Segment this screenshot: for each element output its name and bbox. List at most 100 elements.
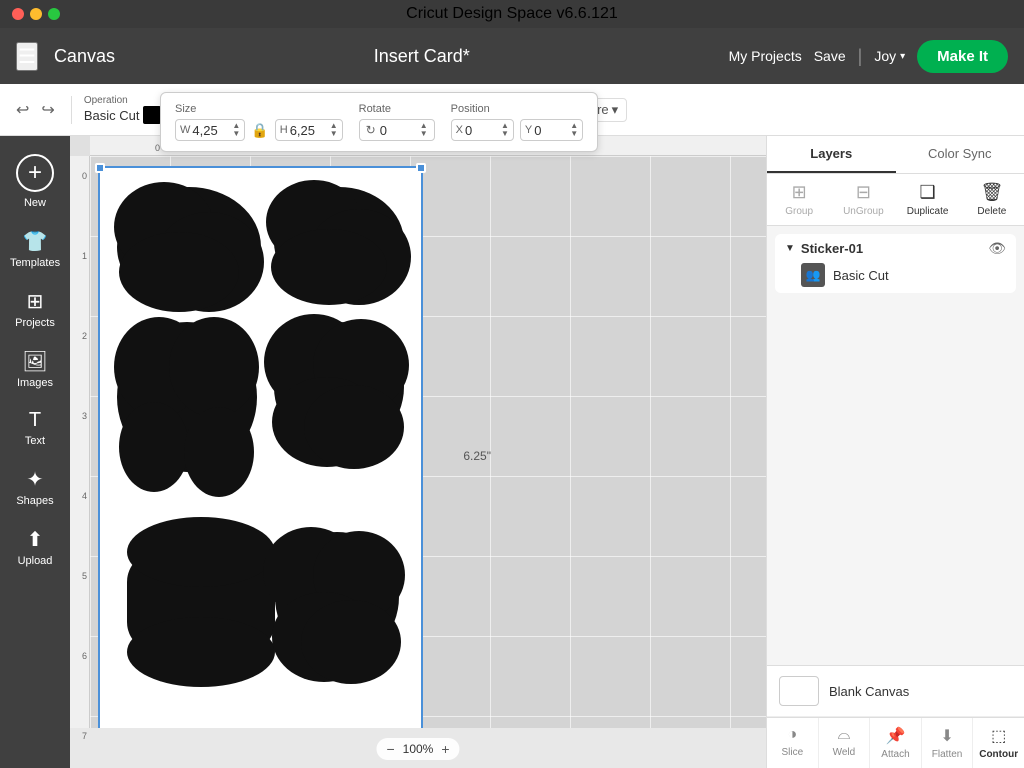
flatten-icon: ⬇ <box>940 726 953 746</box>
pos-x-down-icon[interactable]: ▼ <box>501 130 509 138</box>
ungroup-action[interactable]: ⊟ UnGroup <box>831 174 895 225</box>
my-projects-button[interactable]: My Projects <box>729 48 802 64</box>
rotate-icon: ↻ <box>366 123 376 137</box>
ruler-tick-v6: 6 <box>82 651 87 661</box>
flatten-tool[interactable]: ⬇ Flatten <box>922 718 974 768</box>
new-circle-button[interactable]: + <box>16 154 54 192</box>
layer-expand-icon[interactable]: ▼ <box>785 243 795 254</box>
layer-group-name: Sticker-01 <box>801 241 982 256</box>
rotate-input-wrap[interactable]: ↻ ▲ ▼ <box>359 119 435 141</box>
pos-y-down-icon[interactable]: ▼ <box>570 130 578 138</box>
lock-icon[interactable]: 🔒 <box>251 122 268 139</box>
pos-x-input[interactable] <box>465 123 501 138</box>
duplicate-action[interactable]: ❑ Duplicate <box>896 174 960 225</box>
bottom-tools: ◑ Slice ⌓ Weld 📌 Attach ⬇ Flatten ⬚ C <box>767 717 1024 768</box>
layer-item-icon: 👥 <box>801 263 825 287</box>
zoom-in-button[interactable]: + <box>441 741 449 757</box>
delete-icon: 🗑 <box>980 182 1003 203</box>
rotate-label: Rotate <box>359 103 435 115</box>
sidebar-item-templates[interactable]: 👕 Templates <box>5 221 65 277</box>
tab-color-sync[interactable]: Color Sync <box>896 136 1024 173</box>
close-button[interactable] <box>12 8 24 20</box>
width-input[interactable] <box>192 123 232 138</box>
position-label: Position <box>451 103 584 115</box>
canvas-label: Canvas <box>54 46 115 67</box>
layer-visibility-icon[interactable]: 👁 <box>988 240 1006 257</box>
height-arrows[interactable]: ▲ ▼ <box>330 122 338 138</box>
operation-selector[interactable]: Operation Basic Cut ▾ <box>84 95 171 124</box>
layer-item-basic-cut[interactable]: 👥 Basic Cut <box>785 257 1006 287</box>
canvas-area[interactable]: 0 8 0 1 2 3 4 5 6 7 8 <box>70 136 766 768</box>
header-separator: | <box>858 46 863 67</box>
height-input-wrap[interactable]: H ▲ ▼ <box>275 119 343 141</box>
pos-y-wrap[interactable]: Y ▲ ▼ <box>520 119 583 141</box>
sidebar-upload-label: Upload <box>18 555 53 567</box>
app-title: Cricut Design Space v6.6.121 <box>406 5 618 23</box>
maximize-button[interactable] <box>48 8 60 20</box>
right-panel: Layers Color Sync ⊞ Group ⊟ UnGroup ❑ Du… <box>766 136 1024 768</box>
attach-tool[interactable]: 📌 Attach <box>870 718 922 768</box>
rotate-group: Rotate ↻ ▲ ▼ <box>359 103 435 141</box>
width-arrows[interactable]: ▲ ▼ <box>232 122 240 138</box>
pos-y-arrows[interactable]: ▲ ▼ <box>570 122 578 138</box>
panel-tabs: Layers Color Sync <box>767 136 1024 174</box>
width-down-arrow-icon[interactable]: ▼ <box>232 130 240 138</box>
rotate-input[interactable] <box>380 123 416 138</box>
weld-icon: ⌓ <box>838 726 851 744</box>
width-input-wrap[interactable]: W ▲ ▼ <box>175 119 245 141</box>
size-group: Size W ▲ ▼ 🔒 H ▲ ▼ <box>175 103 343 141</box>
blank-canvas-row: Blank Canvas <box>767 666 1024 717</box>
sidebar-item-text[interactable]: T Text <box>5 401 65 455</box>
sidebar-item-projects[interactable]: ⊞ Projects <box>5 281 65 337</box>
slice-label: Slice <box>781 747 803 758</box>
contour-icon: ⬚ <box>991 726 1006 746</box>
zoom-out-button[interactable]: − <box>386 741 394 757</box>
tab-layers[interactable]: Layers <box>767 136 896 173</box>
pos-x-wrap[interactable]: X ▲ ▼ <box>451 119 514 141</box>
machine-selector[interactable]: Joy ▾ <box>874 48 905 64</box>
contour-tool[interactable]: ⬚ Contour <box>973 718 1024 768</box>
sidebar-item-upload[interactable]: ⬆ Upload <box>5 519 65 575</box>
save-button[interactable]: Save <box>814 48 846 64</box>
sidebar-shapes-label: Shapes <box>16 495 53 507</box>
rotate-arrows[interactable]: ▲ ▼ <box>420 122 428 138</box>
sidebar-item-images[interactable]: 🖼 Images <box>5 341 65 397</box>
layer-group-sticker: ▼ Sticker-01 👁 👥 Basic Cut <box>775 234 1016 293</box>
height-label: H <box>280 124 288 136</box>
size-label: Size <box>175 103 343 115</box>
sidebar-item-new[interactable]: + New <box>5 146 65 217</box>
delete-action[interactable]: 🗑 Delete <box>960 174 1024 225</box>
weld-tool[interactable]: ⌓ Weld <box>819 718 871 768</box>
sidebar-images-label: Images <box>17 377 53 389</box>
canvas-content: 6.25" ↔ <box>90 156 766 728</box>
pos-y-input[interactable] <box>534 123 570 138</box>
group-label: Group <box>785 206 813 217</box>
panel-bottom: Blank Canvas ◑ Slice ⌓ Weld 📌 Attach ⬇ F… <box>767 665 1024 768</box>
redo-button[interactable]: ↪ <box>37 98 58 122</box>
rotate-down-arrow-icon[interactable]: ▼ <box>420 130 428 138</box>
zoom-bar: − 100% + <box>376 738 459 760</box>
height-input[interactable] <box>290 123 330 138</box>
main-content: + New 👕 Templates ⊞ Projects 🖼 Images T … <box>0 136 1024 768</box>
slice-tool[interactable]: ◑ Slice <box>767 718 819 768</box>
header: ☰ Canvas Insert Card* My Projects Save |… <box>0 28 1024 84</box>
undo-button[interactable]: ↩ <box>12 98 33 122</box>
group-icon: ⊞ <box>792 182 807 203</box>
sidebar-new-label: New <box>24 197 46 209</box>
minimize-button[interactable] <box>30 8 42 20</box>
group-action[interactable]: ⊞ Group <box>767 174 831 225</box>
attach-label: Attach <box>881 749 909 760</box>
sidebar-item-shapes[interactable]: ✦ Shapes <box>5 459 65 515</box>
blank-canvas-label: Blank Canvas <box>829 684 909 699</box>
people-icon: 👥 <box>806 268 821 282</box>
pos-y-label: Y <box>525 124 532 136</box>
make-it-button[interactable]: Make It <box>917 40 1008 73</box>
menu-button[interactable]: ☰ <box>16 42 38 71</box>
ruler-tick-v7: 7 <box>82 731 87 741</box>
attach-icon: 📌 <box>886 726 906 746</box>
layer-group-header: ▼ Sticker-01 👁 <box>785 240 1006 257</box>
height-down-arrow-icon[interactable]: ▼ <box>330 130 338 138</box>
sidebar-projects-label: Projects <box>15 317 55 329</box>
size-inputs: W ▲ ▼ 🔒 H ▲ ▼ <box>175 119 343 141</box>
pos-x-arrows[interactable]: ▲ ▼ <box>501 122 509 138</box>
